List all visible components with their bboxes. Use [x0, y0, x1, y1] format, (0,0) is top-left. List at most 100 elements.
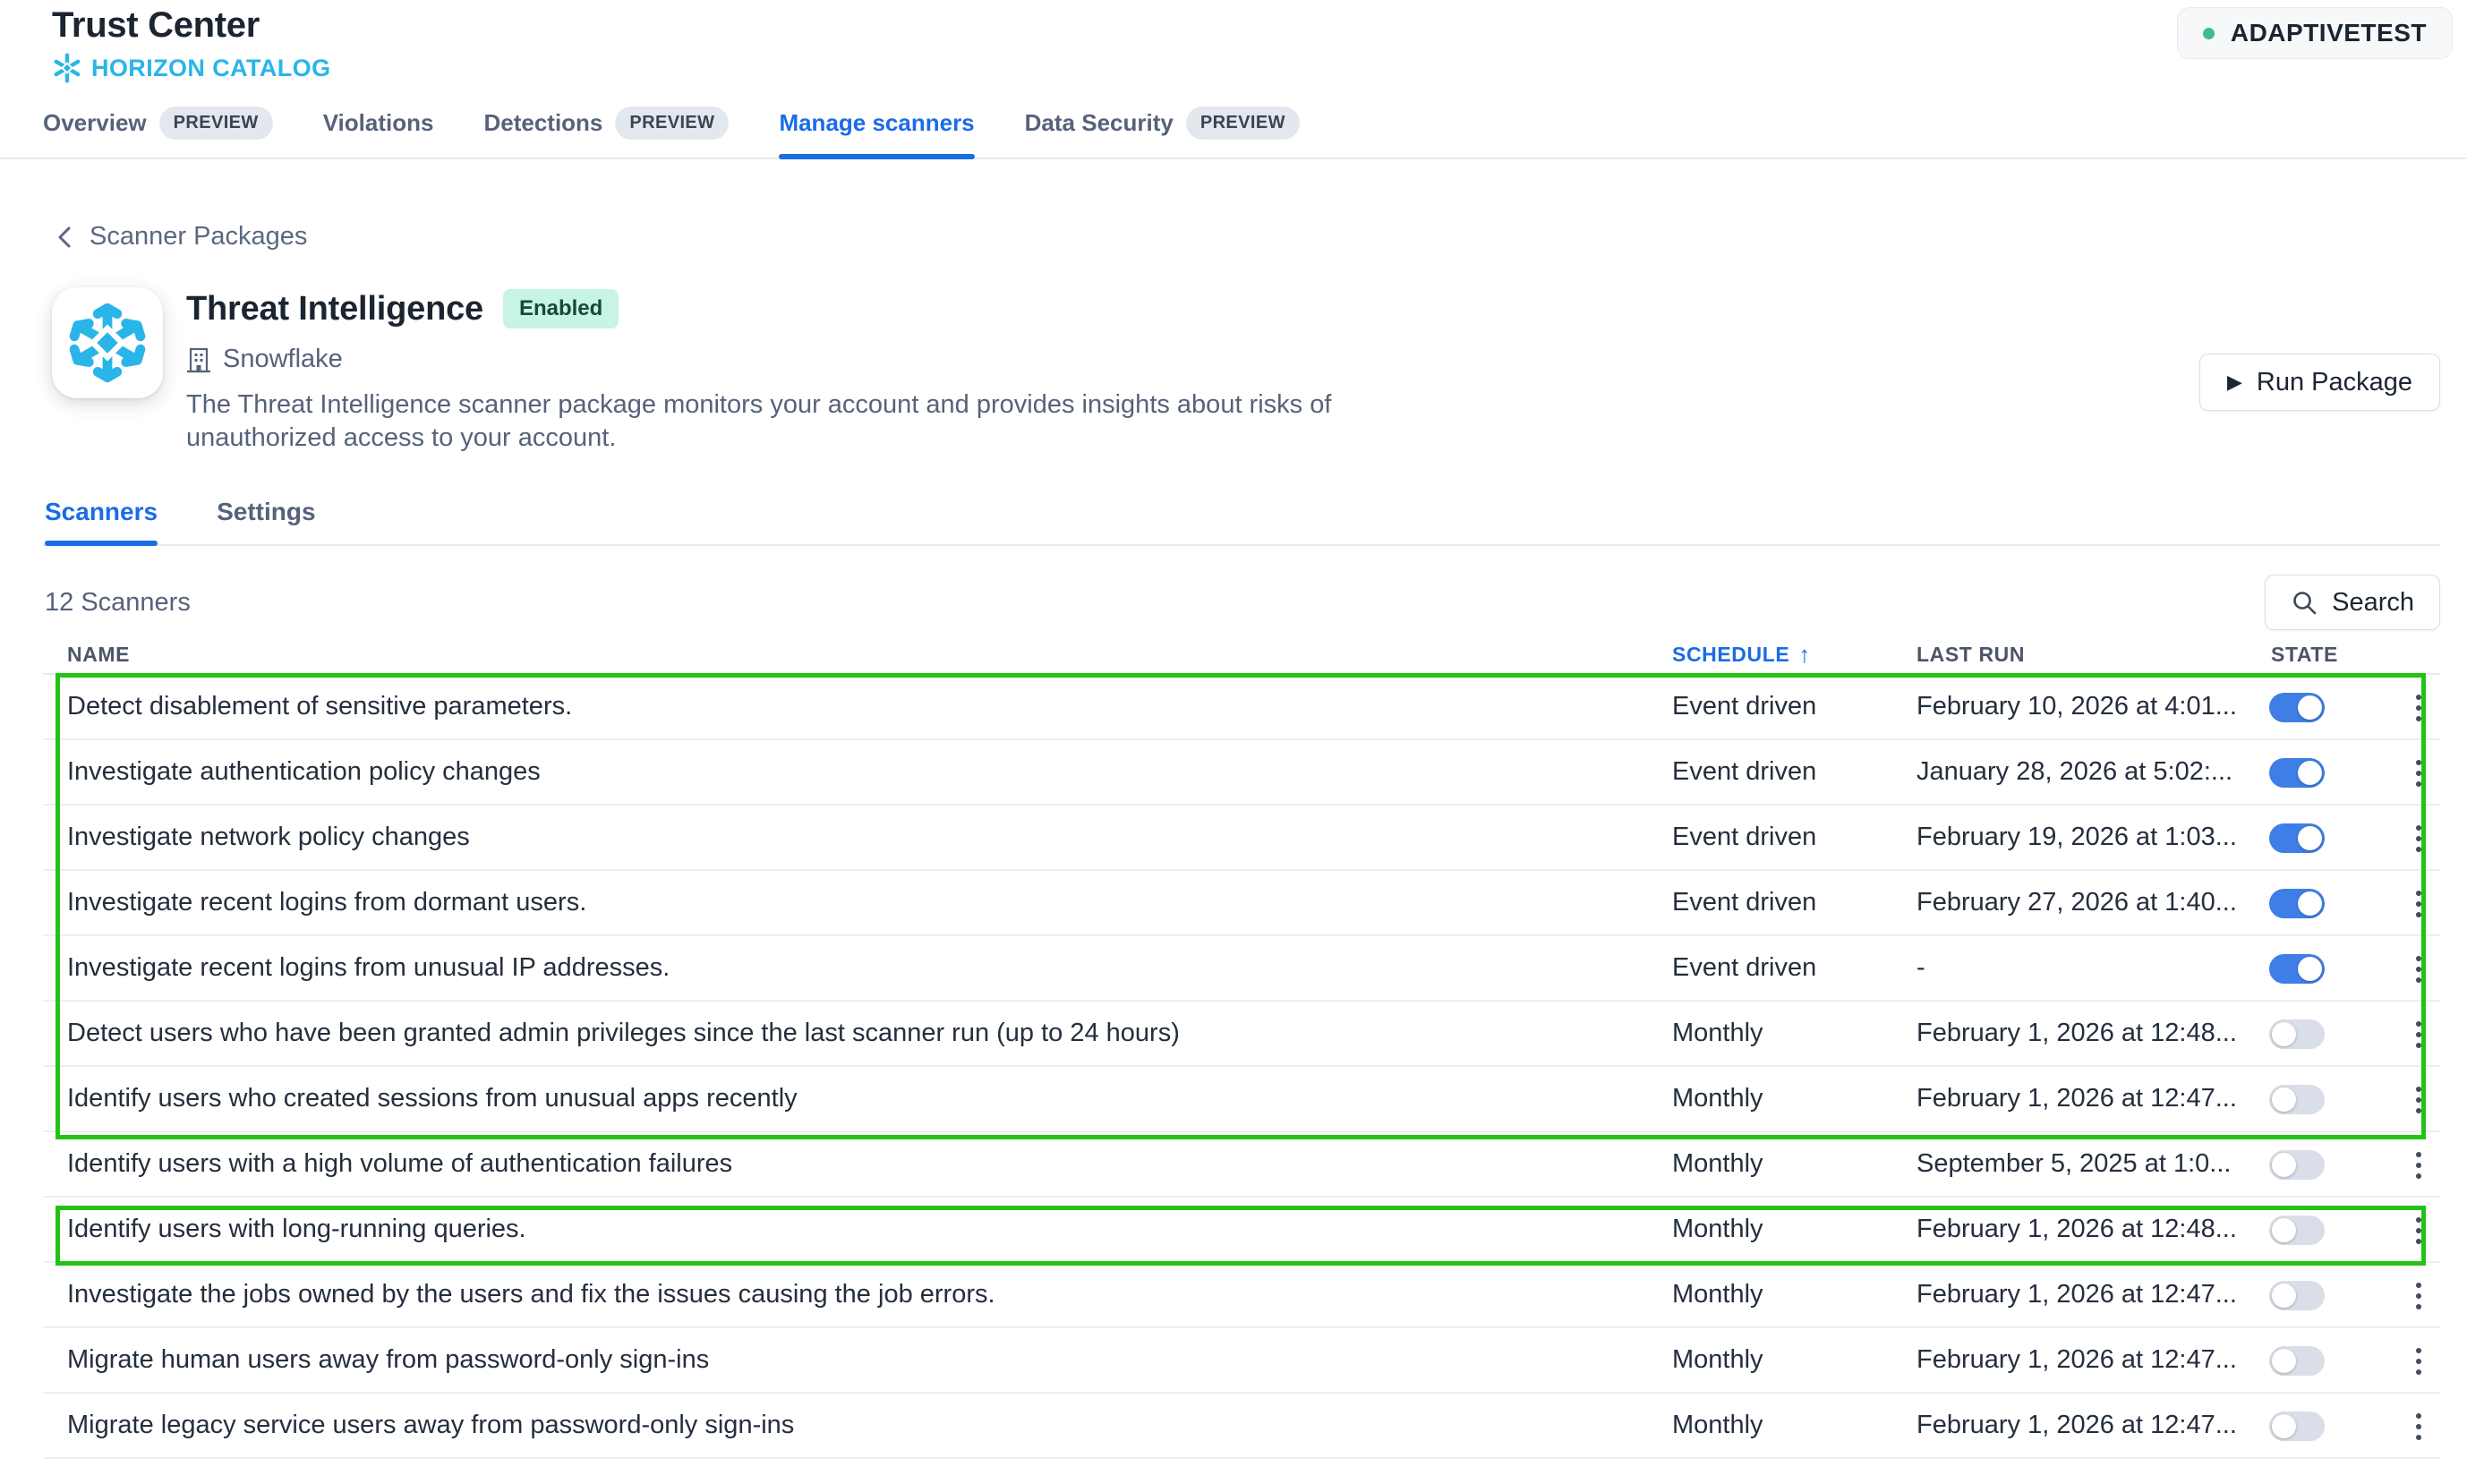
table-row[interactable]: Investigate authentication policy change… — [43, 740, 2440, 806]
last-run-cell: February 1, 2026 at 12:47... — [1916, 1263, 2237, 1326]
search-label: Search — [2332, 588, 2414, 618]
header: Trust Center HORIZON CATALOG A — [0, 0, 2467, 159]
schedule-cell: Event driven — [1672, 740, 1816, 804]
tab-label: Overview — [43, 109, 147, 137]
scanners-table: NAME SCHEDULE ↑ LAST RUN STATE Detect di… — [43, 635, 2440, 1459]
row-menu-button[interactable] — [2397, 948, 2440, 991]
row-menu-button[interactable] — [2397, 1144, 2440, 1187]
last-run-cell: September 5, 2025 at 1:0... — [1916, 1132, 2231, 1196]
scanner-name-cell: Detect users who have been granted admin… — [67, 1002, 1180, 1065]
tab-label: Detections — [483, 109, 602, 137]
scanner-name-cell: Identify users with a high volume of aut… — [67, 1132, 732, 1196]
state-toggle[interactable] — [2269, 889, 2325, 918]
last-run-cell: January 28, 2026 at 5:02:... — [1916, 740, 2232, 804]
row-menu-button[interactable] — [2397, 817, 2440, 860]
snowflake-logo-icon — [67, 303, 148, 383]
state-toggle[interactable] — [2269, 693, 2325, 722]
table-body: Detect disablement of sensitive paramete… — [43, 675, 2440, 1459]
package-provider: Snowflake — [186, 345, 1448, 374]
scanner-name-cell: Migrate legacy service users away from p… — [67, 1394, 794, 1457]
tab-label: Violations — [323, 109, 434, 137]
sub-tab-scanners[interactable]: Scanners — [45, 498, 158, 544]
column-header-state[interactable]: STATE — [2271, 635, 2338, 673]
table-row[interactable]: Investigate the jobs owned by the users … — [43, 1263, 2440, 1328]
table-row[interactable]: Identify users with long-running queries… — [43, 1198, 2440, 1263]
preview-badge: PREVIEW — [1186, 107, 1300, 140]
table-row[interactable]: Investigate recent logins from unusual I… — [43, 936, 2440, 1002]
table-row[interactable]: Migrate human users away from password-o… — [43, 1328, 2440, 1394]
main-tab-detections[interactable]: Detections PREVIEW — [483, 107, 729, 158]
sub-tab-settings[interactable]: Settings — [217, 498, 315, 544]
column-header-schedule[interactable]: SCHEDULE ↑ — [1672, 635, 1811, 673]
status-dot-icon — [2203, 28, 2215, 39]
last-run-cell: February 1, 2026 at 12:47... — [1916, 1394, 2237, 1457]
table-row[interactable]: Migrate legacy service users away from p… — [43, 1394, 2440, 1459]
last-run-cell: - — [1916, 936, 1925, 1000]
account-name: ADAPTIVETEST — [2231, 19, 2427, 47]
row-menu-button[interactable] — [2397, 1340, 2440, 1383]
preview-badge: PREVIEW — [615, 107, 729, 140]
state-toggle[interactable] — [2269, 1346, 2325, 1376]
provider-name: Snowflake — [223, 345, 343, 374]
row-menu-button[interactable] — [2397, 883, 2440, 925]
row-menu-button[interactable] — [2397, 687, 2440, 729]
column-header-last-run[interactable]: LAST RUN — [1916, 635, 2025, 673]
package-description: The Threat Intelligence scanner package … — [186, 388, 1448, 455]
row-menu-button[interactable] — [2397, 1209, 2440, 1252]
state-toggle[interactable] — [2269, 1019, 2325, 1049]
scanner-name-cell: Investigate network policy changes — [67, 806, 470, 869]
table-row[interactable]: Detect disablement of sensitive paramete… — [43, 675, 2440, 740]
state-toggle[interactable] — [2269, 1281, 2325, 1310]
column-header-name[interactable]: NAME — [67, 635, 130, 673]
package-header: Threat Intelligence Enabled — [52, 287, 2440, 455]
table-row[interactable]: Identify users who created sessions from… — [43, 1067, 2440, 1132]
state-toggle[interactable] — [2269, 823, 2325, 853]
row-menu-button[interactable] — [2397, 1079, 2440, 1122]
schedule-cell: Event driven — [1672, 806, 1816, 869]
state-toggle[interactable] — [2269, 954, 2325, 984]
table-row[interactable]: Investigate recent logins from dormant u… — [43, 871, 2440, 936]
scanner-name-cell: Investigate recent logins from dormant u… — [67, 871, 586, 934]
preview-badge: PREVIEW — [159, 107, 273, 140]
schedule-cell: Event driven — [1672, 675, 1816, 738]
state-toggle[interactable] — [2269, 1150, 2325, 1180]
building-icon — [186, 346, 211, 373]
state-toggle[interactable] — [2269, 758, 2325, 788]
enabled-status-badge: Enabled — [503, 289, 619, 328]
scanner-name-cell: Investigate the jobs owned by the users … — [67, 1263, 995, 1326]
search-button[interactable]: Search — [2265, 575, 2440, 630]
schedule-cell: Monthly — [1672, 1198, 1763, 1261]
last-run-cell: February 1, 2026 at 12:48... — [1916, 1198, 2237, 1261]
table-row[interactable]: Investigate network policy changes Event… — [43, 806, 2440, 871]
scanner-count: 12 Scanners — [43, 588, 191, 618]
main-tab-data-security[interactable]: Data Security PREVIEW — [1025, 107, 1300, 158]
main-tab-overview[interactable]: Overview PREVIEW — [43, 107, 273, 158]
main-tab-bar: Overview PREVIEW Violations Detections P… — [0, 107, 2467, 159]
row-menu-button[interactable] — [2397, 1405, 2440, 1448]
run-package-button[interactable]: ▶ Run Package — [2199, 354, 2440, 411]
table-row[interactable]: Identify users with a high volume of aut… — [43, 1132, 2440, 1198]
state-toggle[interactable] — [2269, 1085, 2325, 1114]
row-menu-button[interactable] — [2397, 1013, 2440, 1056]
state-toggle[interactable] — [2269, 1412, 2325, 1441]
main-tab-violations[interactable]: Violations — [323, 107, 434, 158]
breadcrumb-scanner-packages[interactable]: Scanner Packages — [54, 222, 307, 252]
row-menu-button[interactable] — [2397, 1275, 2440, 1318]
sort-ascending-icon: ↑ — [1798, 641, 1811, 669]
table-row[interactable]: Detect users who have been granted admin… — [43, 1002, 2440, 1067]
last-run-cell: February 27, 2026 at 1:40... — [1916, 871, 2237, 934]
last-run-cell: February 1, 2026 at 12:48... — [1916, 1002, 2237, 1065]
row-menu-button[interactable] — [2397, 752, 2440, 795]
chevron-left-icon — [54, 223, 77, 252]
account-badge[interactable]: ADAPTIVETEST — [2177, 7, 2453, 59]
last-run-cell: February 1, 2026 at 12:47... — [1916, 1328, 2237, 1392]
state-toggle[interactable] — [2269, 1215, 2325, 1245]
horizon-catalog-brand: HORIZON CATALOG — [52, 53, 2467, 83]
main-tab-manage-scanners[interactable]: Manage scanners — [779, 107, 974, 158]
schedule-cell: Event driven — [1672, 936, 1816, 1000]
main-content: Scanner Packages — [0, 222, 2467, 1459]
schedule-cell: Monthly — [1672, 1002, 1763, 1065]
package-title: Threat Intelligence — [186, 290, 483, 328]
snowflake-icon — [52, 53, 82, 83]
last-run-cell: February 10, 2026 at 4:01... — [1916, 675, 2237, 738]
